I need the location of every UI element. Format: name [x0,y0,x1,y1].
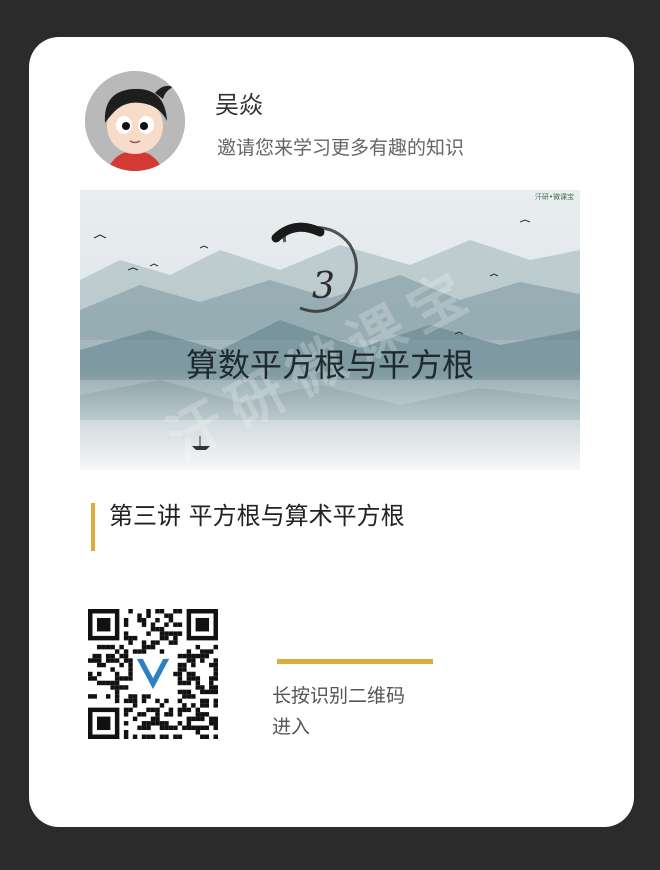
qr-hint-line-1: 长按识别二维码 [272,685,406,707]
qr-hint-line-2: 进入 [272,716,311,738]
banner-title: 算数平方根与平方根 [185,346,474,384]
qr-code-image [88,609,218,739]
qr-hint: 长按识别二维码 进入 [272,681,472,743]
lesson-title: 第三讲 平方根与算术平方根 [109,502,405,530]
title-accent-bar [91,503,95,551]
qr-code[interactable] [88,609,218,739]
banner-lesson-number: 3 [312,266,335,307]
qr-accent-line [277,659,433,664]
invite-text: 邀请您来学习更多有趣的知识 [217,137,465,159]
share-card: 吴焱 邀请您来学习更多有趣的知识 汗研微课宝 汗研•微课宝 3 算数平方根与平方… [29,37,634,827]
user-name: 吴焱 [215,91,263,119]
avatar [85,71,185,171]
banner-brand: 汗研•微课宝 [534,193,574,201]
course-banner[interactable]: 汗研微课宝 汗研•微课宝 3 算数平方根与平方根 [80,190,580,470]
